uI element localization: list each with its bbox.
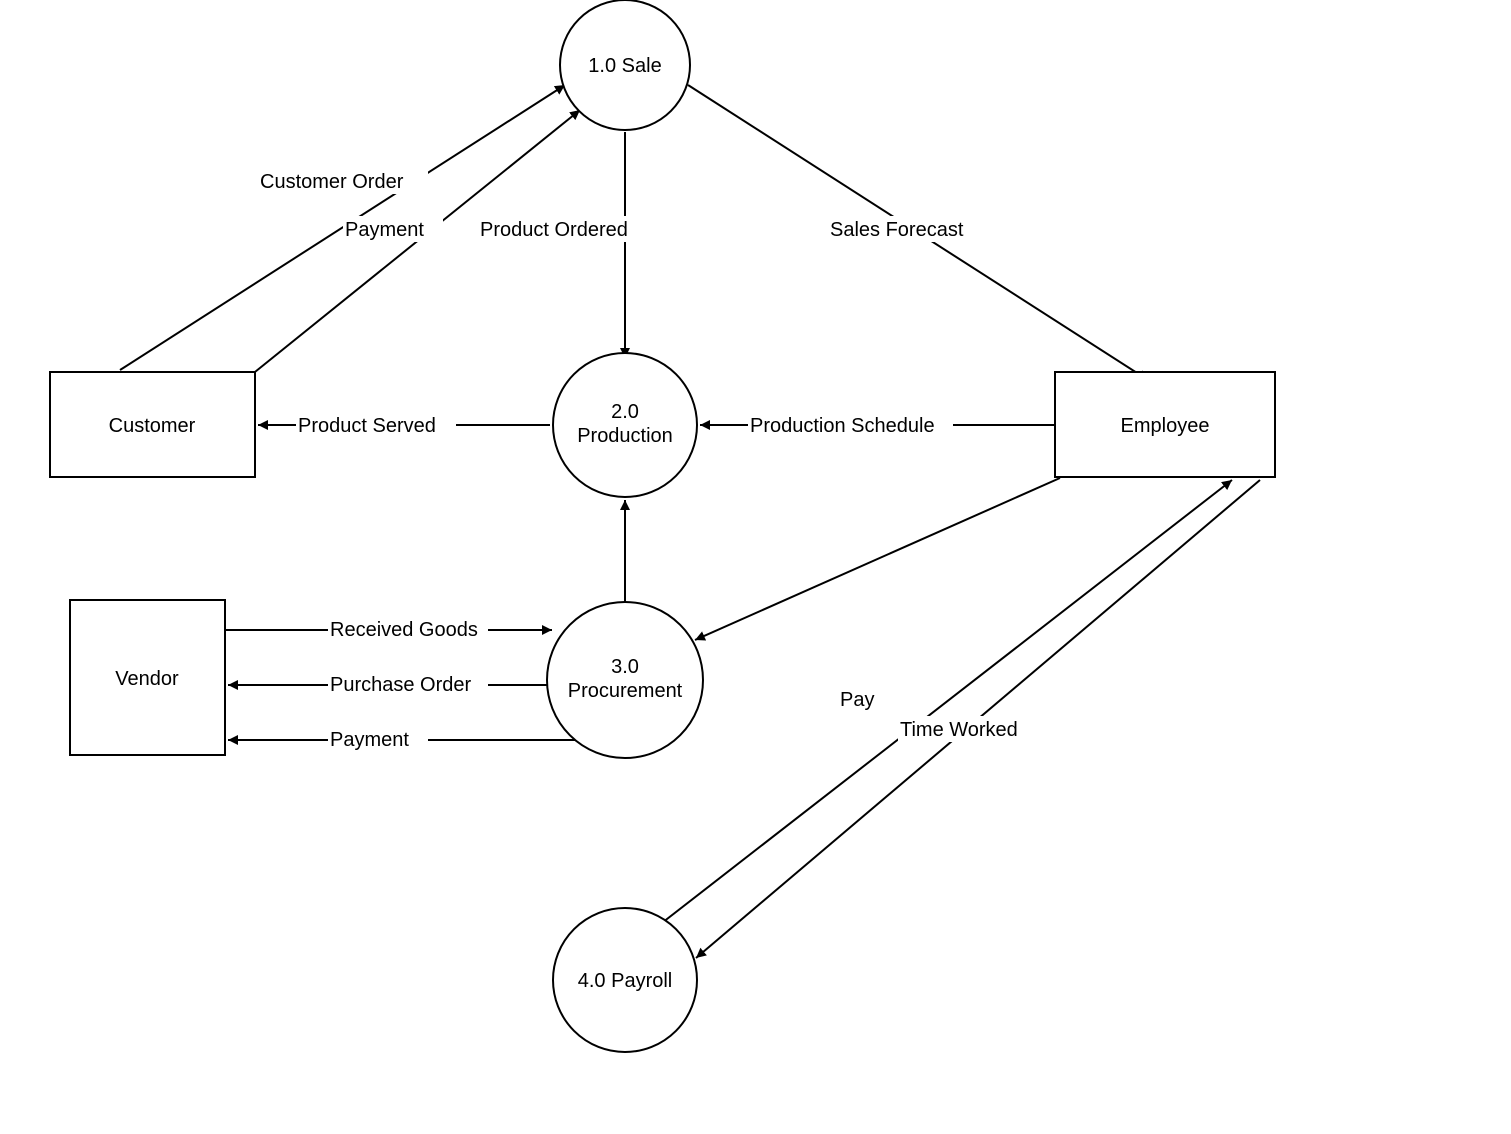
label-sales-forecast: Sales Forecast — [830, 219, 964, 241]
entity-vendor: Vendor — [70, 600, 225, 755]
process-production-label2: Production — [577, 425, 673, 447]
entity-employee-label: Employee — [1121, 415, 1210, 437]
edge-pay — [658, 480, 1232, 926]
entity-customer-label: Customer — [109, 415, 196, 437]
entity-customer: Customer — [50, 372, 255, 477]
process-production-label1: 2.0 — [611, 401, 639, 423]
label-payment-customer: Payment — [345, 219, 424, 241]
process-production: 2.0 Production — [553, 353, 697, 497]
process-procurement-label1: 3.0 — [611, 656, 639, 678]
edges — [120, 85, 1260, 958]
entity-vendor-label: Vendor — [115, 668, 179, 690]
edge-employee-to-procurement — [695, 478, 1060, 640]
process-sale: 1.0 Sale — [560, 0, 690, 130]
process-payroll-label: 4.0 Payroll — [578, 970, 673, 992]
process-payroll: 4.0 Payroll — [553, 908, 697, 1052]
label-payment-vendor: Payment — [330, 729, 409, 751]
label-production-schedule: Production Schedule — [750, 415, 935, 437]
edge-payment-customer — [245, 110, 580, 380]
label-pay: Pay — [840, 689, 874, 711]
process-procurement-label2: Procurement — [568, 680, 683, 702]
label-purchase-order: Purchase Order — [330, 674, 472, 696]
label-product-served: Product Served — [298, 415, 436, 437]
process-sale-label: 1.0 Sale — [588, 55, 661, 77]
label-product-ordered: Product Ordered — [480, 219, 628, 241]
label-received-goods: Received Goods — [330, 619, 478, 641]
entity-employee: Employee — [1055, 372, 1275, 477]
label-time-worked: Time Worked — [900, 719, 1018, 741]
process-procurement: 3.0 Procurement — [547, 602, 703, 758]
label-customer-order: Customer Order — [260, 171, 404, 193]
